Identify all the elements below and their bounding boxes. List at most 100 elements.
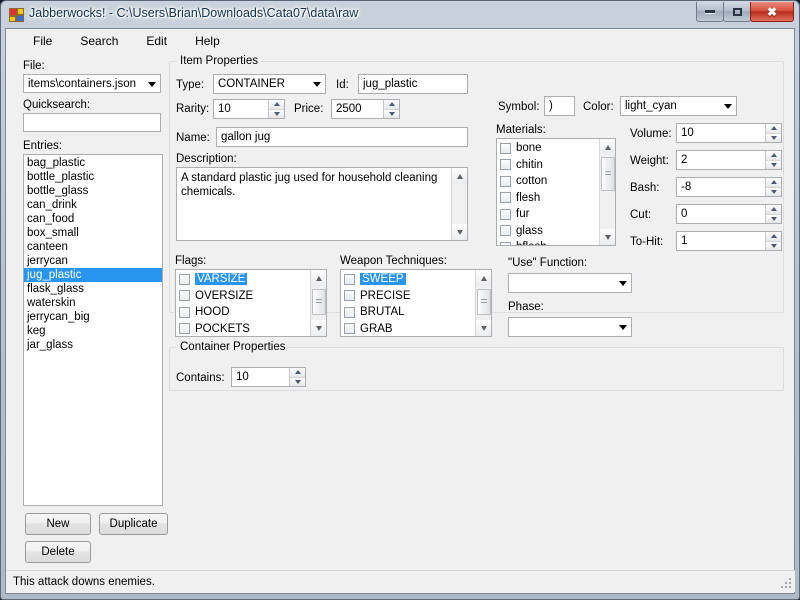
id-input[interactable]: jug_plastic bbox=[358, 74, 468, 94]
file-select[interactable]: items\containers.json bbox=[23, 74, 161, 93]
checkbox-icon[interactable] bbox=[344, 290, 355, 302]
name-input[interactable]: gallon jug bbox=[216, 127, 468, 147]
spin-down-button[interactable] bbox=[766, 160, 781, 169]
spin-up-button[interactable] bbox=[766, 178, 781, 188]
material-item[interactable]: flesh bbox=[497, 190, 615, 207]
flag-item[interactable]: POCKETS bbox=[176, 321, 326, 337]
spin-up-button[interactable] bbox=[766, 151, 781, 161]
contains-stepper[interactable]: 10 bbox=[231, 367, 306, 387]
checkbox-icon[interactable] bbox=[179, 306, 190, 318]
spin-down-button[interactable] bbox=[269, 109, 284, 118]
spin-down-button[interactable] bbox=[766, 133, 781, 142]
technique-item[interactable]: GRAB bbox=[341, 321, 491, 337]
price-spin-buttons[interactable] bbox=[383, 100, 399, 118]
scroll-up-button[interactable] bbox=[600, 139, 615, 155]
cut-spin-buttons[interactable] bbox=[765, 205, 781, 223]
rarity-spin-buttons[interactable] bbox=[268, 100, 284, 118]
new-button[interactable]: New bbox=[25, 513, 91, 535]
flag-item[interactable]: HOOD bbox=[176, 304, 326, 321]
spin-up-button[interactable] bbox=[766, 124, 781, 134]
spin-down-button[interactable] bbox=[766, 241, 781, 250]
duplicate-button[interactable]: Duplicate bbox=[99, 513, 168, 535]
spin-down-button[interactable] bbox=[766, 214, 781, 223]
menu-help[interactable]: Help bbox=[184, 31, 231, 51]
delete-button[interactable]: Delete bbox=[25, 541, 91, 563]
close-button[interactable]: ✖ bbox=[750, 2, 794, 22]
scroll-up-button[interactable] bbox=[476, 270, 491, 286]
entries-list[interactable]: bag_plastic bottle_plastic bottle_glass … bbox=[23, 154, 163, 506]
spin-up-button[interactable] bbox=[290, 368, 305, 378]
list-item[interactable]: bottle_plastic bbox=[24, 170, 162, 184]
material-item[interactable]: fur bbox=[497, 206, 615, 223]
list-item[interactable]: bottle_glass bbox=[24, 184, 162, 198]
material-item[interactable]: hflesh bbox=[497, 239, 615, 245]
list-item[interactable]: can_food bbox=[24, 212, 162, 226]
list-item[interactable]: waterskin bbox=[24, 296, 162, 310]
technique-item-selected[interactable]: SWEEP bbox=[341, 271, 491, 288]
list-item[interactable]: box_small bbox=[24, 226, 162, 240]
flag-item[interactable]: OVERSIZE bbox=[176, 288, 326, 305]
scrollbar-thumb[interactable] bbox=[477, 289, 491, 315]
checkbox-icon[interactable] bbox=[344, 306, 355, 318]
checkbox-icon[interactable] bbox=[179, 273, 190, 285]
weight-spin-buttons[interactable] bbox=[765, 151, 781, 169]
type-select[interactable]: CONTAINER bbox=[213, 74, 326, 94]
spin-up-button[interactable] bbox=[766, 205, 781, 215]
cut-stepper[interactable]: 0 bbox=[676, 204, 782, 224]
checkbox-icon[interactable] bbox=[500, 175, 511, 187]
menu-file[interactable]: File bbox=[22, 31, 63, 51]
material-item[interactable]: bone bbox=[497, 140, 615, 157]
spin-up-button[interactable] bbox=[384, 100, 399, 110]
list-item-selected[interactable]: jug_plastic bbox=[24, 268, 162, 282]
spin-down-button[interactable] bbox=[766, 187, 781, 196]
description-scrollbar[interactable] bbox=[451, 168, 467, 240]
technique-item[interactable]: BRUTAL bbox=[341, 304, 491, 321]
checkbox-icon[interactable] bbox=[500, 208, 511, 220]
checkbox-icon[interactable] bbox=[179, 323, 190, 335]
spin-down-button[interactable] bbox=[384, 109, 399, 118]
menu-edit[interactable]: Edit bbox=[135, 31, 178, 51]
material-item[interactable]: chitin bbox=[497, 157, 615, 174]
volume-spin-buttons[interactable] bbox=[765, 124, 781, 142]
spin-down-button[interactable] bbox=[290, 377, 305, 386]
material-item[interactable]: cotton bbox=[497, 173, 615, 190]
list-item[interactable]: jar_glass bbox=[24, 338, 162, 352]
scroll-down-button[interactable] bbox=[311, 320, 326, 336]
checkbox-icon[interactable] bbox=[344, 323, 355, 335]
volume-stepper[interactable]: 10 bbox=[676, 123, 782, 143]
contains-spin-buttons[interactable] bbox=[289, 368, 305, 386]
phase-select[interactable] bbox=[508, 317, 632, 337]
list-item[interactable]: flask_glass bbox=[24, 282, 162, 296]
list-item[interactable]: keg bbox=[24, 324, 162, 338]
list-item[interactable]: jerrycan_big bbox=[24, 310, 162, 324]
materials-list[interactable]: bone chitin cotton flesh fur glass bbox=[496, 138, 616, 246]
list-item[interactable]: bag_plastic bbox=[24, 156, 162, 170]
bash-stepper[interactable]: -8 bbox=[676, 177, 782, 197]
symbol-input[interactable]: ) bbox=[544, 96, 575, 116]
scroll-down-button[interactable] bbox=[476, 320, 491, 336]
maximize-button[interactable] bbox=[723, 2, 751, 22]
checkbox-icon[interactable] bbox=[500, 192, 511, 204]
scroll-up-button[interactable] bbox=[311, 270, 326, 286]
materials-scrollbar[interactable] bbox=[599, 139, 615, 245]
price-stepper[interactable]: 2500 bbox=[331, 99, 400, 119]
description-textarea[interactable]: A standard plastic jug used for househol… bbox=[176, 167, 468, 241]
scroll-up-button[interactable] bbox=[452, 168, 467, 184]
tohit-spin-buttons[interactable] bbox=[765, 232, 781, 250]
rarity-stepper[interactable]: 10 bbox=[213, 99, 285, 119]
flags-scrollbar[interactable] bbox=[310, 270, 326, 336]
techniques-scrollbar[interactable] bbox=[475, 270, 491, 336]
checkbox-icon[interactable] bbox=[344, 273, 355, 285]
checkbox-icon[interactable] bbox=[179, 290, 190, 302]
technique-item[interactable]: PRECISE bbox=[341, 288, 491, 305]
list-item[interactable]: can_drink bbox=[24, 198, 162, 212]
scroll-down-button[interactable] bbox=[600, 229, 615, 245]
checkbox-icon[interactable] bbox=[500, 225, 511, 237]
checkbox-icon[interactable] bbox=[500, 142, 511, 154]
tohit-stepper[interactable]: 1 bbox=[676, 231, 782, 251]
quicksearch-input[interactable] bbox=[23, 113, 161, 132]
title-bar[interactable]: Jabberwocks! - C:\Users\Brian\Downloads\… bbox=[4, 2, 796, 28]
menu-search[interactable]: Search bbox=[69, 31, 129, 51]
flags-list[interactable]: VARSIZE OVERSIZE HOOD POCKETS bbox=[175, 269, 327, 337]
use-function-select[interactable] bbox=[508, 273, 632, 293]
